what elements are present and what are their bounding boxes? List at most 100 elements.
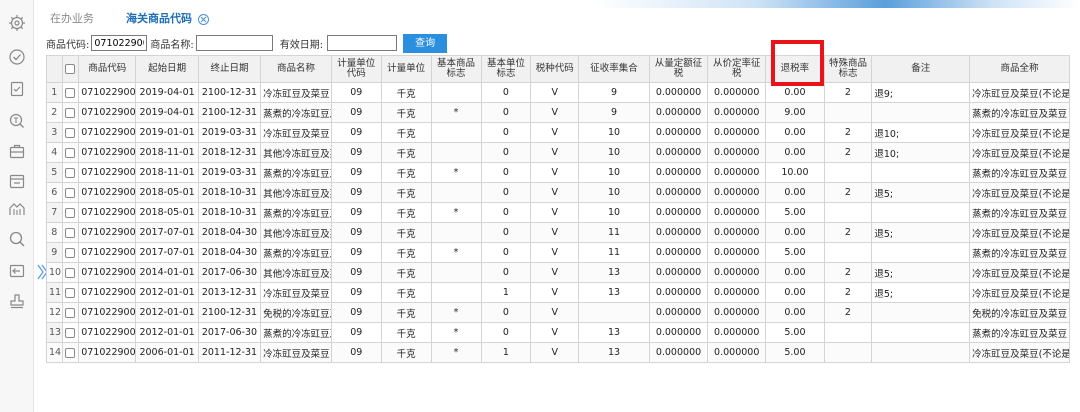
table-cell: * <box>430 202 482 223</box>
row-checkbox[interactable] <box>65 287 76 298</box>
table-cell: 0710229000 <box>78 262 137 283</box>
row-select-cell[interactable] <box>61 102 80 123</box>
table-cell: 0710229000 <box>78 282 137 303</box>
row-select-cell[interactable] <box>61 222 80 243</box>
col-header[interactable]: 商品全称 <box>969 55 1070 83</box>
table-cell: 2 <box>823 262 873 283</box>
clipboard-check-icon[interactable] <box>8 80 26 98</box>
row-checkbox[interactable] <box>65 307 76 318</box>
table-row[interactable]: 12071022900012012-01-012100-12-31免税的冷冻豇豆… <box>46 302 1070 323</box>
calendar-icon[interactable] <box>8 172 26 190</box>
col-header[interactable]: 计量单位 <box>380 55 432 83</box>
row-checkbox[interactable] <box>65 207 76 218</box>
table-cell: V <box>530 262 580 283</box>
gear-icon[interactable] <box>8 14 26 32</box>
col-header[interactable]: 基本单位标志 <box>480 55 532 83</box>
stamp-icon[interactable] <box>8 292 26 310</box>
row-checkbox[interactable] <box>65 87 76 98</box>
tab-label: 海关商品代码 <box>126 12 192 25</box>
table-row[interactable]: 6 07102290002018-05-012018-10-31其他冷冻豇豆及菜豆… <box>46 182 1070 203</box>
col-header[interactable]: 计量单位代码 <box>330 55 382 83</box>
col-select-all[interactable] <box>61 55 80 83</box>
row-checkbox[interactable] <box>65 127 76 138</box>
check-shield-icon[interactable] <box>8 48 26 66</box>
select-all-checkbox[interactable] <box>65 63 76 74</box>
table-row[interactable]: 11 0710229000 2012-01-01 2013-12-31 冷冻豇豆及菜豆 0… <box>46 282 1070 303</box>
row-checkbox[interactable] <box>65 247 76 258</box>
table-row[interactable]: 9071022900022017-07-012018-04-30蒸煮的冷冻豇豆及… <box>46 242 1070 263</box>
briefcase-icon[interactable] <box>8 142 26 160</box>
table-row[interactable]: 3 0710229000 2019-01-01 2019-03-31 冷冻豇豆及菜豆 09… <box>46 122 1070 143</box>
table-cell: 2019-01-01 <box>135 122 199 143</box>
table-cell: 0.000000 <box>648 222 709 243</box>
table-cell: 2012-01-01 <box>135 322 199 343</box>
row-select-cell[interactable] <box>61 302 80 323</box>
row-select-cell[interactable] <box>61 202 80 223</box>
search-icon[interactable] <box>8 230 26 248</box>
table-cell: 千克 <box>380 322 432 343</box>
row-select-cell[interactable] <box>61 342 80 363</box>
row-select-cell[interactable] <box>61 82 80 103</box>
query-button[interactable]: 查询 <box>403 33 448 53</box>
table-cell: 2 <box>823 302 873 323</box>
col-header[interactable]: 商品名称 <box>260 55 332 83</box>
tax-icon[interactable] <box>8 112 26 130</box>
table-row[interactable]: 7071022900022018-05-012018-10-31蒸煮的冷冻豇豆及… <box>46 202 1070 223</box>
chart-icon[interactable] <box>8 200 26 218</box>
table-cell: 冷冻豇豆及菜豆(不论是 <box>969 282 1070 303</box>
col-header[interactable]: 商品代码 <box>78 55 137 83</box>
name-input[interactable] <box>195 35 273 51</box>
code-input[interactable] <box>91 35 148 51</box>
row-select-cell[interactable] <box>61 122 80 143</box>
col-header[interactable]: 基本商品标志 <box>430 55 482 83</box>
date-input[interactable] <box>327 35 398 51</box>
table-cell: 退10; <box>871 122 971 143</box>
col-rownum <box>46 55 63 83</box>
row-select-cell[interactable] <box>61 142 80 163</box>
row-select-cell[interactable] <box>61 262 80 283</box>
col-header[interactable]: 税种代码 <box>530 55 580 83</box>
row-checkbox[interactable] <box>65 147 76 158</box>
row-checkbox[interactable] <box>65 167 76 178</box>
col-header[interactable]: 备注 <box>871 55 971 83</box>
table-row[interactable]: 13071022900022012-01-012017-06-30蒸煮的冷冻豇豆… <box>46 322 1070 343</box>
table-row[interactable]: 10 07102290002014-01-012017-06-30其他冷冻豇豆及菜… <box>46 262 1070 283</box>
table-cell: V <box>530 282 580 303</box>
top-banner <box>0 0 1080 8</box>
row-select-cell[interactable] <box>61 282 80 303</box>
table-cell <box>823 322 873 343</box>
col-header[interactable]: 终止日期 <box>197 55 262 83</box>
table-cell: 0.000000 <box>648 202 709 223</box>
row-checkbox[interactable] <box>65 187 76 198</box>
table-row[interactable]: 8 07102290002017-07-012018-04-30其他冷冻豇豆及菜豆… <box>46 222 1070 243</box>
row-checkbox[interactable] <box>65 267 76 278</box>
table-row[interactable]: 2071022900022019-04-012100-12-31蒸煮的冷冻豇豆及… <box>46 102 1070 123</box>
table-cell <box>430 122 482 143</box>
tab-in-progress[interactable]: 在办业务 <box>46 8 98 30</box>
row-select-cell[interactable] <box>61 322 80 343</box>
col-header[interactable]: 退税率 <box>765 55 825 83</box>
row-checkbox[interactable] <box>65 327 76 338</box>
row-checkbox[interactable] <box>65 347 76 358</box>
col-header[interactable]: 起始日期 <box>135 55 199 83</box>
table-cell: 09 <box>330 82 382 103</box>
table-cell: 2018-10-31 <box>197 182 262 203</box>
table-row[interactable]: 1 0710229000 2019-04-01 2100-12-31 冷冻豇豆及菜豆 09… <box>46 82 1070 103</box>
col-header[interactable]: 特殊商品标志 <box>823 55 873 83</box>
table-row[interactable]: 14 0710229000 2006-01-01 2011-12-31 冷冻豇豆及菜豆 0… <box>46 342 1070 363</box>
tab-customs-code[interactable]: 海关商品代码 <box>122 8 213 30</box>
row-checkbox[interactable] <box>65 227 76 238</box>
col-header[interactable]: 从量定额征税 <box>648 55 709 83</box>
row-checkbox[interactable] <box>65 107 76 118</box>
row-select-cell[interactable] <box>61 162 80 183</box>
col-header[interactable]: 征收率集合 <box>578 55 650 83</box>
col-header[interactable]: 从价定率征税 <box>707 55 767 83</box>
table-row[interactable]: 5071022900022018-11-012019-03-31蒸煮的冷冻豇豆及… <box>46 162 1070 183</box>
row-select-cell[interactable] <box>61 242 80 263</box>
row-select-cell[interactable] <box>61 182 80 203</box>
table-cell: 退9; <box>871 82 971 103</box>
table-cell: 10 <box>578 202 650 223</box>
table-row[interactable]: 4 07102290002018-11-012018-12-31其他冷冻豇豆及菜豆… <box>46 142 1070 163</box>
exit-icon[interactable] <box>8 262 26 280</box>
close-icon[interactable] <box>198 13 209 25</box>
